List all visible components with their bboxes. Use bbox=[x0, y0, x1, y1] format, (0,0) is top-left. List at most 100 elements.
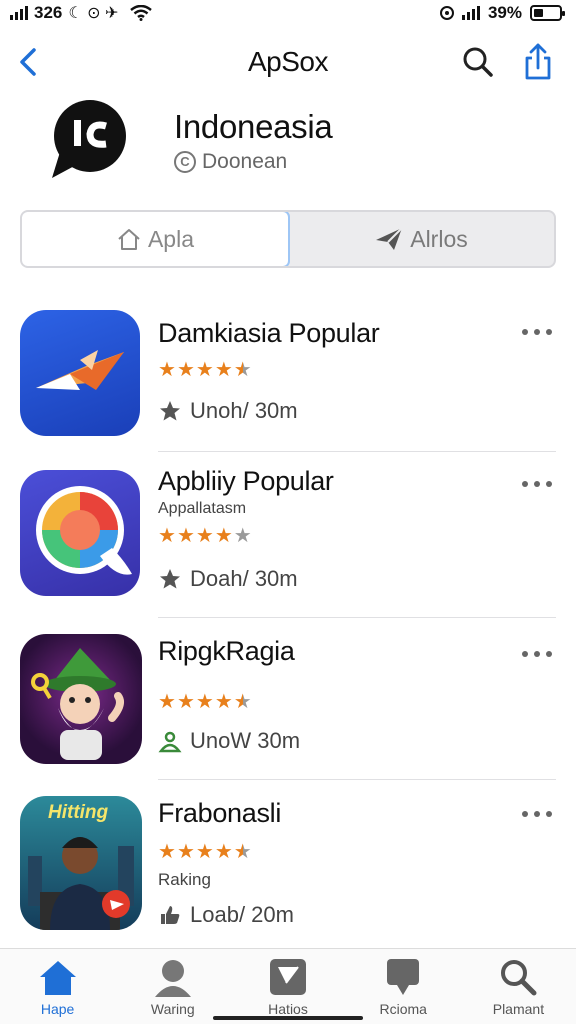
more-button[interactable] bbox=[522, 322, 552, 342]
app-icon-rainbow bbox=[20, 470, 140, 596]
segment-articles[interactable]: Alrlos bbox=[288, 212, 554, 266]
star-rating: ★ ★ ★ ★ ★ bbox=[158, 360, 252, 380]
star-full-icon: ★ bbox=[176, 841, 195, 863]
segment-apps[interactable]: Apla bbox=[22, 212, 290, 266]
copyright-icon: C bbox=[174, 151, 196, 173]
more-button[interactable] bbox=[522, 804, 552, 824]
app-icon-gnome bbox=[20, 634, 142, 764]
star-half-icon: ★ bbox=[233, 359, 252, 381]
app-title: Apbliiy Popular bbox=[158, 466, 334, 496]
cellular-icon bbox=[461, 6, 480, 20]
navigation-bar: ApSox bbox=[0, 34, 576, 90]
app-meta: Unoh/ 30m bbox=[158, 398, 298, 424]
tab-home-label: Hape bbox=[40, 1001, 75, 1017]
battery-percent: 39% bbox=[487, 3, 522, 22]
paper-plane-icon bbox=[376, 227, 403, 250]
tab-plamant-label: Plamant bbox=[492, 1001, 545, 1017]
star-full-icon: ★ bbox=[176, 691, 195, 713]
app-title: RipgkRagia bbox=[158, 636, 295, 666]
star-icon bbox=[160, 569, 180, 589]
home-indicator[interactable] bbox=[213, 1016, 363, 1020]
star-rating: ★ ★ ★ ★ ★ bbox=[158, 692, 252, 712]
signal-icon bbox=[10, 6, 28, 20]
app-meta: Loab/ 20m bbox=[158, 902, 294, 928]
search-icon bbox=[501, 960, 537, 996]
star-full-icon: ★ bbox=[158, 359, 176, 381]
star-full-icon: ★ bbox=[158, 525, 176, 547]
wifi-icon bbox=[130, 5, 153, 21]
star-rating: ★ ★ ★ ★ ★ bbox=[158, 526, 252, 546]
search-button[interactable] bbox=[460, 44, 496, 80]
tab-plamant[interactable]: Plamant bbox=[461, 949, 576, 1024]
tab-waring-label: Waring bbox=[150, 1001, 195, 1017]
tab-bar: Hape Waring Hatios Rcioma Plamant bbox=[0, 948, 576, 1024]
status-icons: ☾ ⊙ ✈ bbox=[68, 5, 119, 22]
more-button[interactable] bbox=[522, 644, 552, 664]
apps-icon bbox=[270, 959, 306, 995]
app-title: Frabonasli bbox=[158, 798, 282, 828]
developer-name: Indoneasia bbox=[174, 108, 333, 145]
app-meta-text: Loab/ 20m bbox=[190, 902, 294, 927]
tab-hatios[interactable]: Hatios bbox=[230, 949, 345, 1024]
wizard-character-icon bbox=[31, 648, 124, 760]
app-icon-text: Hitting bbox=[48, 802, 109, 823]
star-full-icon: ★ bbox=[195, 525, 214, 547]
app-meta-text: Doah/ 30m bbox=[190, 566, 298, 591]
rainbow-search-icon bbox=[36, 486, 132, 575]
developer-logo bbox=[52, 100, 126, 178]
status-time: 326 bbox=[34, 3, 63, 22]
app-icon-origami bbox=[20, 310, 140, 436]
person-icon bbox=[158, 731, 182, 753]
chat-icon bbox=[387, 959, 420, 995]
tab-rcioma-label: Rcioma bbox=[379, 1001, 427, 1017]
status-right: 39% bbox=[439, 3, 565, 23]
star-full-icon: ★ bbox=[176, 359, 195, 381]
star-full-icon: ★ bbox=[214, 841, 233, 863]
user-icon bbox=[154, 960, 191, 997]
app-meta-text: Unoh/ 30m bbox=[190, 398, 298, 423]
list-item[interactable]: Apbliiy Popular Appallatasm ★ ★ ★ ★ ★ Doah/ … bbox=[0, 452, 576, 618]
app-subtitle: Raking bbox=[158, 870, 211, 889]
share-icon bbox=[525, 43, 551, 80]
focus-icon bbox=[439, 6, 454, 20]
battery-icon bbox=[530, 5, 565, 21]
tab-hatios-label: Hatios bbox=[268, 1001, 308, 1017]
app-meta-text: UnoW 30m bbox=[190, 728, 301, 753]
list-item[interactable]: RipgkRagia ★ ★ ★ ★ ★ UnoW 30m bbox=[0, 618, 576, 780]
list-item[interactable]: Hitting Frabonasli ★ ★ ★ ★ ★ Raking Loab/ 20… bbox=[0, 780, 576, 950]
segment-apps-label: Apla bbox=[147, 225, 195, 252]
app-list: Damkiasia Popular ★ ★ ★ ★ ★ Unoh/ 30m Apblii… bbox=[0, 290, 576, 950]
star-full-icon: ★ bbox=[158, 691, 176, 713]
developer-subtitle-row: C Doonean bbox=[174, 150, 287, 174]
tab-waring[interactable]: Waring bbox=[115, 949, 230, 1024]
star-icon bbox=[160, 401, 180, 421]
segmented-control: Apla Alrlos bbox=[20, 210, 556, 268]
star-full-icon: ★ bbox=[214, 525, 233, 547]
status-left: 326 ☾ ⊙ ✈ bbox=[10, 3, 153, 23]
star-full-icon: ★ bbox=[176, 525, 195, 547]
search-icon bbox=[463, 47, 493, 77]
home-icon bbox=[118, 229, 140, 250]
share-button[interactable] bbox=[520, 42, 556, 82]
tab-home[interactable]: Hape bbox=[0, 949, 115, 1024]
star-full-icon: ★ bbox=[195, 691, 214, 713]
star-half-icon: ★ bbox=[233, 841, 252, 863]
list-item[interactable]: Damkiasia Popular ★ ★ ★ ★ ★ Unoh/ 30m bbox=[0, 290, 576, 452]
app-subtitle: Appallatasm bbox=[158, 500, 247, 517]
star-full-icon: ★ bbox=[214, 359, 233, 381]
app-icon-hitting: Hitting bbox=[20, 796, 142, 930]
star-full-icon: ★ bbox=[195, 841, 214, 863]
home-icon bbox=[39, 961, 76, 995]
status-bar: 326 ☾ ⊙ ✈ 39% bbox=[0, 0, 576, 26]
star-empty-icon: ★ bbox=[233, 525, 252, 547]
origami-bird-icon bbox=[36, 350, 124, 390]
more-button[interactable] bbox=[522, 474, 552, 494]
app-title: Damkiasia Popular bbox=[158, 318, 380, 348]
developer-subtitle: Doonean bbox=[202, 150, 288, 173]
tab-rcioma[interactable]: Rcioma bbox=[346, 949, 461, 1024]
developer-header: Indoneasia C Doonean bbox=[0, 98, 576, 190]
star-full-icon: ★ bbox=[158, 841, 176, 863]
star-full-icon: ★ bbox=[195, 359, 214, 381]
app-meta: Doah/ 30m bbox=[158, 566, 298, 592]
app-meta: UnoW 30m bbox=[158, 728, 300, 754]
